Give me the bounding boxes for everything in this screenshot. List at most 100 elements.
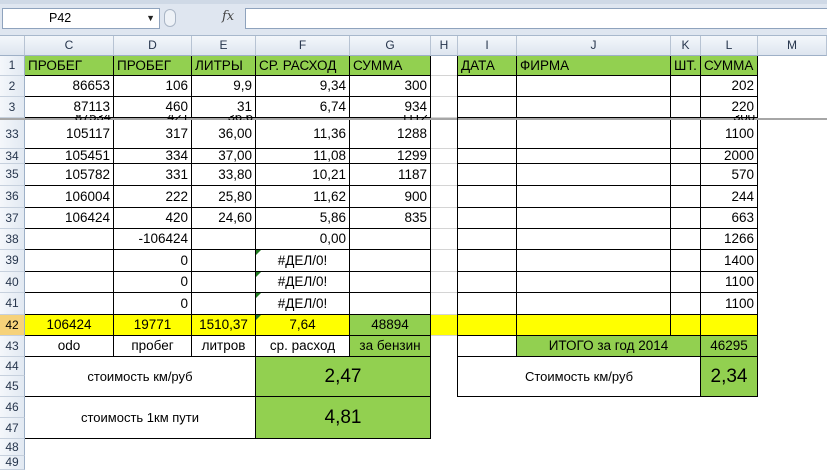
mileage-cell[interactable]: 317 [114, 120, 192, 149]
mileage-cell[interactable]: 0 [114, 272, 192, 293]
consumption-cell[interactable]: 0,00 [256, 229, 350, 250]
empty-cell[interactable] [431, 186, 458, 208]
name-box[interactable]: P42 ▼ [2, 8, 160, 29]
header-d[interactable]: ПРОБЕГ [114, 56, 192, 76]
mileage-cell[interactable]: 420 [114, 208, 192, 229]
company-cell[interactable] [517, 120, 671, 149]
resize-handle[interactable] [164, 9, 176, 27]
company-cell[interactable] [517, 76, 671, 97]
sum-cell[interactable]: 220 [701, 97, 758, 118]
odometer-cell[interactable] [25, 250, 114, 272]
row-header-33[interactable]: 33 [0, 120, 25, 149]
date-cell[interactable] [458, 186, 517, 208]
highlight-cell[interactable] [701, 315, 758, 336]
cost-per-trip-value[interactable]: 4,81 [256, 397, 431, 439]
date-cell[interactable] [458, 97, 517, 118]
row-header-36[interactable]: 36 [0, 186, 25, 208]
company-cell[interactable] [517, 272, 671, 293]
amount-cell[interactable] [350, 293, 431, 315]
consumption-cell[interactable]: 9,34 [256, 76, 350, 97]
odometer-cell[interactable] [25, 229, 114, 250]
sum-cell[interactable]: 1100 [701, 293, 758, 315]
sum-cell[interactable]: 1400 [701, 250, 758, 272]
highlight-cell[interactable] [671, 315, 701, 336]
date-cell[interactable] [458, 120, 517, 149]
column-header-m[interactable]: M [758, 36, 827, 56]
column-header-k[interactable]: K [671, 36, 701, 56]
header-e[interactable]: ЛИТРЫ [192, 56, 256, 76]
empty-cell[interactable] [431, 56, 458, 76]
row-header-35[interactable]: 35 [0, 164, 25, 186]
row-header-45[interactable]: 45 [0, 376, 25, 397]
cost-per-trip-label[interactable]: стоимость 1км пути [25, 397, 256, 439]
amount-cell[interactable]: 835 [350, 208, 431, 229]
sum-cell[interactable]: 1266 [701, 229, 758, 250]
label-f[interactable]: ср. расход [256, 336, 350, 357]
consumption-cell[interactable]: 11,62 [256, 186, 350, 208]
highlight-cell[interactable] [458, 315, 517, 336]
quantity-cell[interactable] [671, 250, 701, 272]
odometer-cell[interactable]: 87113 [25, 97, 114, 118]
odometer-cell[interactable]: 86653 [25, 76, 114, 97]
sum-cell[interactable]: 244 [701, 186, 758, 208]
sum-cell[interactable]: 2000 [701, 149, 758, 164]
liters-cell[interactable] [192, 293, 256, 315]
empty-cell[interactable] [431, 164, 458, 186]
row-header-3[interactable]: 3 [0, 97, 25, 118]
header-g[interactable]: СУММА [350, 56, 431, 76]
date-cell[interactable] [458, 164, 517, 186]
row-header-44[interactable]: 44 [0, 357, 25, 376]
mileage-cell[interactable]: 331 [114, 164, 192, 186]
mileage-cell[interactable]: 334 [114, 149, 192, 164]
mileage-cell[interactable]: 0 [114, 250, 192, 272]
quantity-cell[interactable] [671, 229, 701, 250]
quantity-cell[interactable] [671, 120, 701, 149]
row-header-41[interactable]: 41 [0, 293, 25, 315]
total-mileage[interactable]: 19771 [114, 315, 192, 336]
column-header-i[interactable]: I [458, 36, 517, 56]
consumption-cell[interactable]: 5,86 [256, 208, 350, 229]
consumption-cell[interactable]: #ДЕЛ/0! [256, 272, 350, 293]
liters-cell[interactable] [192, 250, 256, 272]
row-header-48[interactable]: 48 [0, 439, 25, 456]
row-header-38[interactable]: 38 [0, 229, 25, 250]
date-cell[interactable] [458, 208, 517, 229]
date-cell[interactable] [458, 272, 517, 293]
header-f[interactable]: СР. РАСХОД [256, 56, 350, 76]
empty-cell[interactable] [431, 229, 458, 250]
sum-cell[interactable]: 1100 [701, 272, 758, 293]
row-header-39[interactable]: 39 [0, 250, 25, 272]
liters-cell[interactable]: 25,80 [192, 186, 256, 208]
quantity-cell[interactable] [671, 164, 701, 186]
right-cost-label[interactable]: Стоимость км/руб [458, 357, 701, 397]
date-cell[interactable] [458, 250, 517, 272]
quantity-cell[interactable] [671, 293, 701, 315]
highlight-cell[interactable] [431, 315, 458, 336]
select-all-corner[interactable] [0, 36, 25, 56]
highlight-cell[interactable] [517, 315, 671, 336]
label-c[interactable]: odo [25, 336, 114, 357]
date-cell[interactable] [458, 149, 517, 164]
total-odometer[interactable]: 106424 [25, 315, 114, 336]
quantity-cell[interactable] [671, 149, 701, 164]
company-cell[interactable] [517, 97, 671, 118]
row-header-37[interactable]: 37 [0, 208, 25, 229]
sum-cell[interactable]: 1100 [701, 120, 758, 149]
row-header-42[interactable]: 42 [0, 315, 25, 336]
row-header-34[interactable]: 34 [0, 149, 25, 164]
amount-cell[interactable]: 900 [350, 186, 431, 208]
quantity-cell[interactable] [671, 97, 701, 118]
consumption-cell[interactable]: 10,21 [256, 164, 350, 186]
sum-cell[interactable]: 570 [701, 164, 758, 186]
column-header-d[interactable]: D [114, 36, 192, 56]
label-d[interactable]: пробег [114, 336, 192, 357]
amount-cell[interactable] [350, 250, 431, 272]
year-total-label[interactable]: ИТОГО за год 2014 [517, 336, 701, 357]
sum-cell[interactable]: 202 [701, 76, 758, 97]
company-cell[interactable] [517, 250, 671, 272]
row-header-46[interactable]: 46 [0, 397, 25, 418]
company-cell[interactable] [517, 229, 671, 250]
liters-cell[interactable] [192, 229, 256, 250]
consumption-cell[interactable]: 11,36 [256, 120, 350, 149]
odometer-cell[interactable]: 106004 [25, 186, 114, 208]
